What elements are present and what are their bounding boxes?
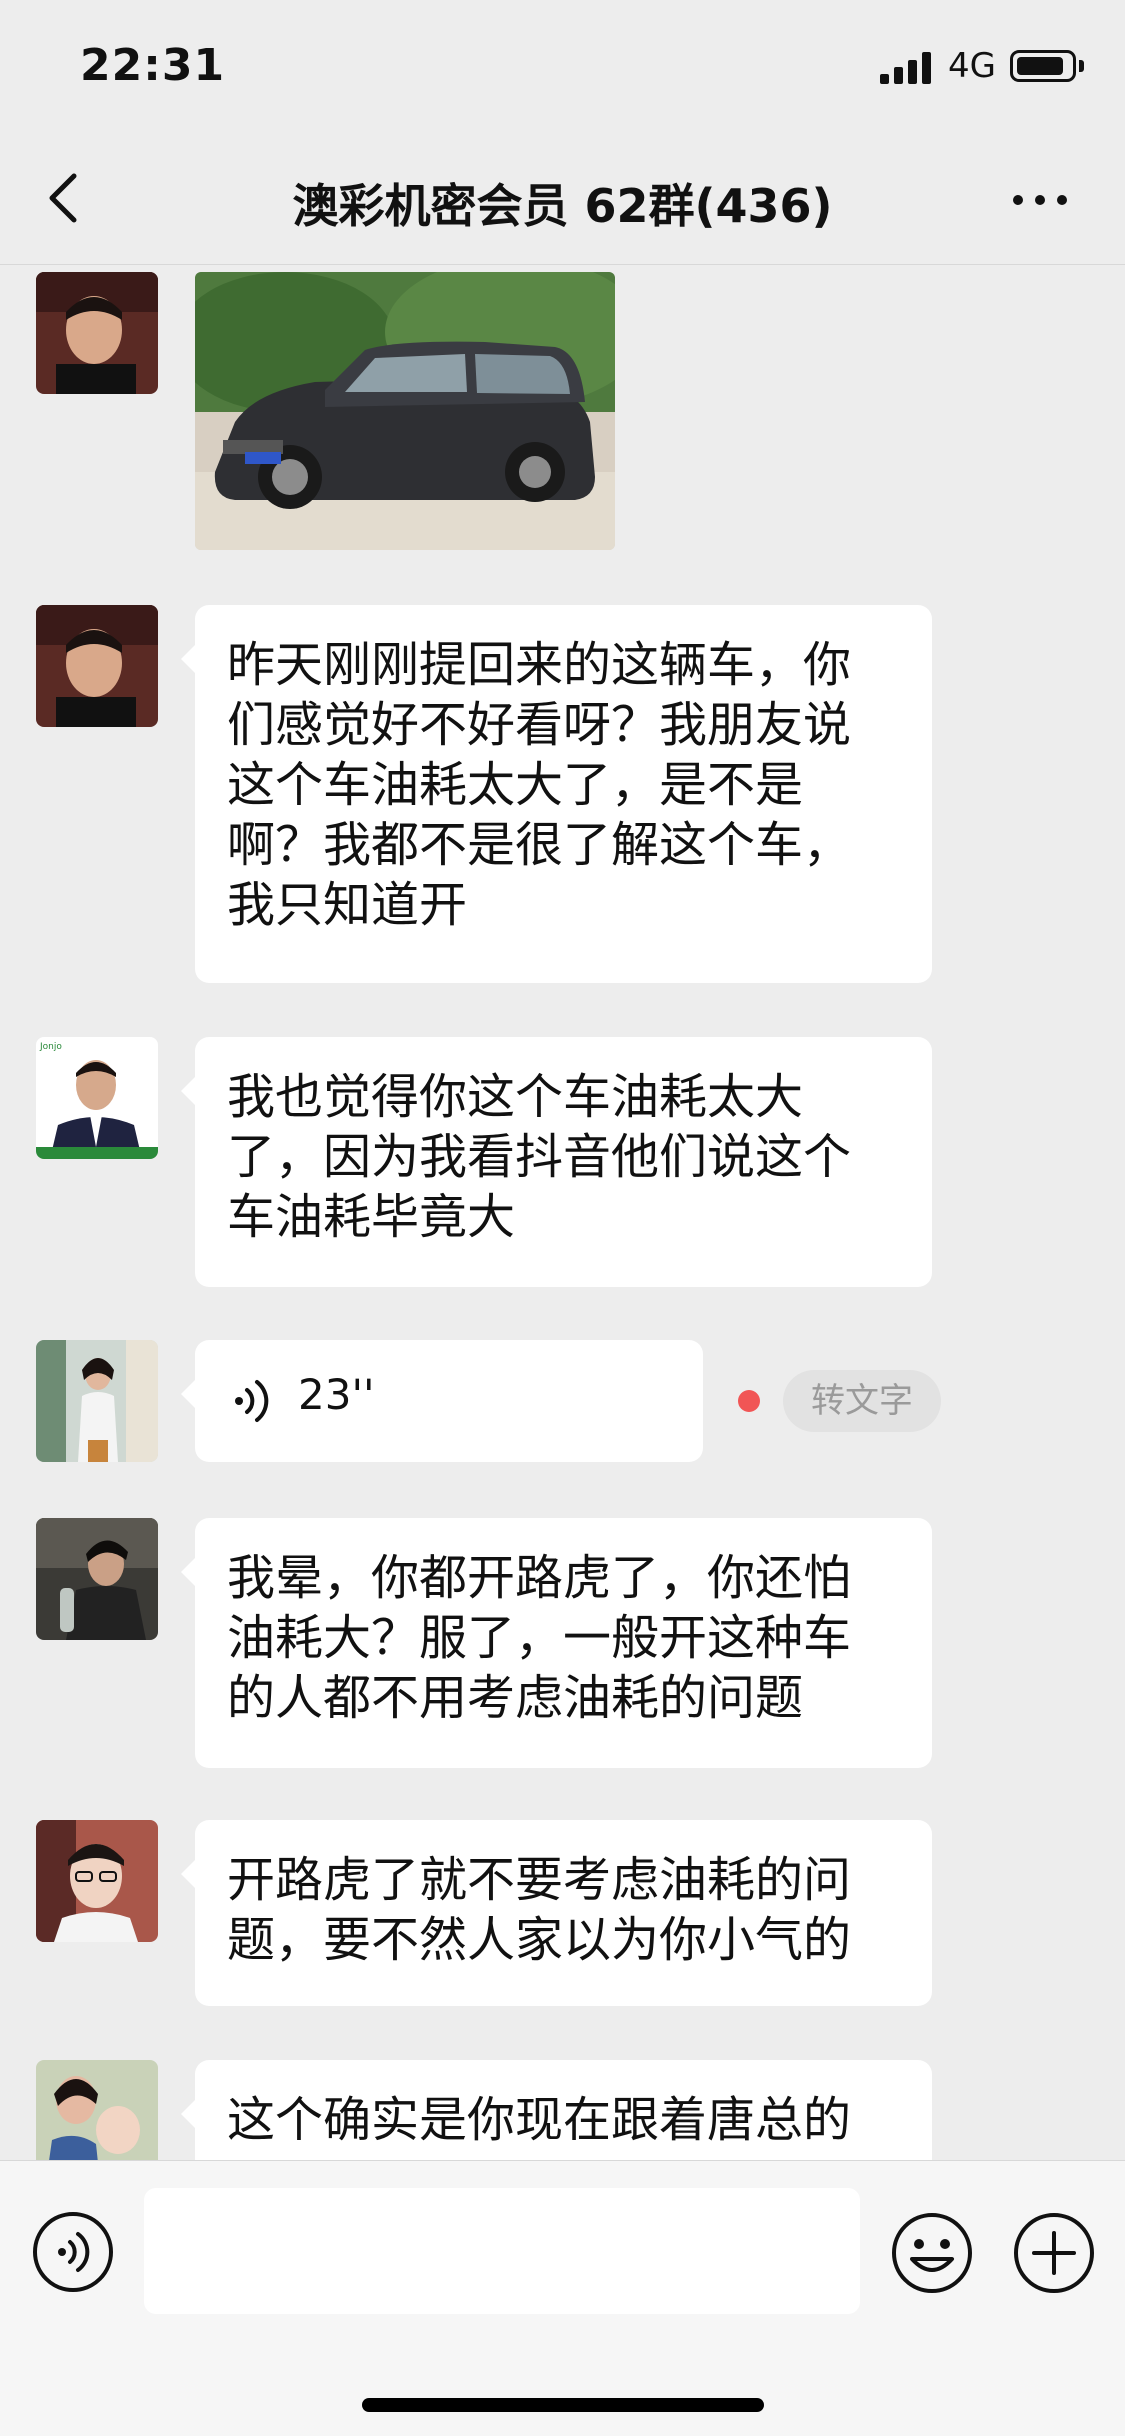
battery-icon [1010,50,1076,82]
message-bubble[interactable]: 开路虎了就不要考虑油耗的问 题，要不然人家以为你小气的 [181,1820,932,2006]
input-bar [0,2160,1125,2436]
convert-to-text-button[interactable]: 转文字 [783,1370,941,1432]
message-line: 这个确实是你现在跟着唐总的 [227,2092,852,2148]
message-line: 这个车油耗太大了，是不是 [227,757,804,813]
message-bubble[interactable]: 我也觉得你这个车油耗太大 了，因为我看抖音他们说这个 车油耗毕竟大 [181,1037,932,1287]
status-time: 22:31 [80,40,226,91]
svg-text:Jonjo: Jonjo [39,1042,62,1052]
home-indicator [362,2398,764,2412]
message-line: 我也觉得你这个车油耗太大 [227,1069,804,1125]
message-line: 的人都不用考虑油耗的问题 [227,1670,804,1726]
avatar[interactable] [36,1340,158,1462]
chat-header: 澳彩机密会员 62群(436) [0,140,1125,265]
voice-message-bubble[interactable]: 23'' [181,1340,703,1462]
message-line: 我只知道开 [227,877,468,933]
message-line: 油耗大？服了，一般开这种车 [227,1610,852,1666]
message-line: 们感觉好不好看呀？我朋友说 [227,697,852,753]
status-bar: 22:31 4G [0,0,1125,140]
battery-tip [1079,60,1084,72]
avatar[interactable] [36,272,158,394]
chat-title: 澳彩机密会员 62群(436) [292,179,833,233]
message-line: 题，要不然人家以为你小气的 [227,1912,852,1968]
voice-wave-icon [235,1380,269,1422]
avatar[interactable] [36,605,158,727]
more-icon[interactable] [1010,188,1070,212]
avatar[interactable] [36,2060,158,2160]
avatar[interactable] [36,1820,158,1942]
emoji-icon[interactable] [890,2211,974,2295]
plus-icon[interactable] [1012,2211,1096,2295]
message-line: …… [227,2150,900,2160]
chat-message-list[interactable]: 昨天刚刚提回来的这辆车，你 们感觉好不好看呀？我朋友说 这个车油耗太大了，是不是… [0,265,1125,2160]
signal-icon [880,52,931,84]
message-bubble[interactable]: 这个确实是你现在跟着唐总的 …… [181,2060,932,2160]
message-line: 我晕，你都开路虎了，你还怕 [227,1550,852,1606]
message-line: 开路虎了就不要考虑油耗的问 [227,1852,852,1908]
voice-input-icon[interactable] [32,2211,114,2293]
message-bubble[interactable]: 我晕，你都开路虎了，你还怕 油耗大？服了，一般开这种车 的人都不用考虑油耗的问题 [181,1518,932,1768]
message-input[interactable] [144,2188,860,2314]
avatar[interactable] [36,1518,158,1640]
avatar[interactable]: Jonjo [36,1037,158,1159]
message-bubble[interactable]: 昨天刚刚提回来的这辆车，你 们感觉好不好看呀？我朋友说 这个车油耗太大了，是不是… [181,605,932,983]
unread-dot [738,1390,760,1412]
message-line: 了，因为我看抖音他们说这个 [227,1129,852,1185]
voice-duration: 23'' [298,1370,375,1419]
message-line: 昨天刚刚提回来的这辆车，你 [227,637,852,693]
network-type: 4G [948,46,996,86]
car-photo[interactable] [195,272,615,550]
message-line: 车油耗毕竟大 [227,1189,516,1245]
message-line: 啊？我都不是很了解这个车， [227,817,852,873]
